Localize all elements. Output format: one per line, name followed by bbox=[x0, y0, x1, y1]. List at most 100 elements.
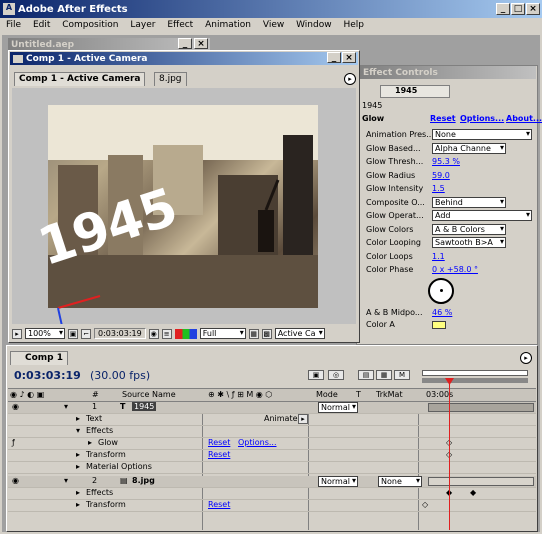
comp-viewer[interactable]: 1945 bbox=[12, 88, 356, 324]
current-time-indicator[interactable] bbox=[449, 382, 450, 530]
ab-midpoint-value[interactable]: 46 % bbox=[432, 308, 452, 317]
layer-2-mode[interactable]: Normal bbox=[318, 476, 358, 487]
effect-param-dropdown[interactable]: Alpha Channe bbox=[432, 142, 506, 154]
menu-animation[interactable]: Animation bbox=[205, 20, 251, 30]
transform-row-1[interactable]: ▸ Transform Reset ◇ bbox=[8, 450, 536, 462]
col-mode[interactable]: Mode bbox=[316, 390, 338, 399]
layer-2-name[interactable]: 8.jpg bbox=[132, 476, 155, 485]
effect-param-value[interactable]: 1.1 bbox=[432, 252, 445, 261]
layer-expand-icon[interactable]: ▾ bbox=[64, 402, 68, 411]
effect-controls-titlebar[interactable]: Effect Controls bbox=[360, 66, 536, 79]
zoom-dropdown[interactable]: 100% bbox=[25, 328, 65, 339]
mask-icon[interactable]: ⌐ bbox=[81, 328, 91, 339]
expand-icon[interactable]: ▸ bbox=[76, 462, 80, 471]
timeline-flyout-icon[interactable]: ▸ bbox=[520, 352, 532, 364]
transform-row-2[interactable]: ▸ Transform Reset ◇ bbox=[8, 500, 536, 512]
menu-composition[interactable]: Composition bbox=[62, 20, 118, 30]
effect-param-value[interactable]: 0 x +58.0 ° bbox=[432, 265, 478, 274]
comp-timecode[interactable]: 0:03:03:19 bbox=[94, 328, 146, 339]
glow-options-link[interactable]: Options... bbox=[238, 438, 277, 447]
tab-comp1[interactable]: Comp 1 - Active Camera bbox=[14, 72, 146, 86]
comp-window-titlebar[interactable]: Comp 1 - Active Camera _ × bbox=[10, 52, 358, 65]
expand-icon[interactable]: ▸ bbox=[76, 488, 80, 497]
effect-reset-link[interactable]: Reset bbox=[430, 114, 456, 123]
show-snapshot-icon[interactable]: ≡ bbox=[161, 328, 172, 339]
time-navigator[interactable] bbox=[422, 378, 528, 383]
comp-marker-icon[interactable]: ▣ bbox=[308, 370, 324, 380]
keyframe-icon[interactable]: ◇ bbox=[422, 500, 428, 509]
close-icon[interactable]: × bbox=[342, 52, 356, 63]
animate-menu-icon[interactable]: ▸ bbox=[298, 414, 308, 424]
col-source-name[interactable]: Source Name bbox=[122, 390, 176, 399]
effect-param-dropdown[interactable]: Behind bbox=[432, 196, 506, 208]
view-dropdown[interactable]: Active Ca bbox=[274, 328, 325, 339]
effect-param-dropdown[interactable]: None bbox=[432, 129, 532, 140]
layer-1-bar[interactable] bbox=[428, 403, 534, 412]
channel-icon[interactable] bbox=[174, 328, 197, 339]
motion-blur-icon[interactable]: ▦ bbox=[376, 370, 392, 380]
expand-icon[interactable]: ▸ bbox=[76, 414, 80, 423]
glow-effect-row[interactable]: ƒ ▸ Glow Reset Options... ◇ bbox=[8, 438, 536, 450]
menu-edit[interactable]: Edit bbox=[33, 20, 50, 30]
effect-param-value[interactable]: 95.3 % bbox=[432, 157, 460, 166]
close-icon[interactable]: × bbox=[526, 3, 540, 15]
effects-row-2[interactable]: ▸ Effects ◆ ◆ bbox=[8, 488, 536, 500]
effect-param-value[interactable]: 59.0 bbox=[432, 171, 450, 180]
menu-view[interactable]: View bbox=[263, 20, 284, 30]
text-group-row[interactable]: ▸ Text Animate: ▸ bbox=[8, 414, 536, 426]
menu-effect[interactable]: Effect bbox=[167, 20, 193, 30]
tab-8jpg[interactable]: 8.jpg bbox=[154, 72, 187, 86]
transparency-grid-icon[interactable]: ▩ bbox=[261, 328, 272, 339]
transform-reset-link-1[interactable]: Reset bbox=[208, 450, 230, 459]
layer-row-1[interactable]: ◉ ▾ 1 T 1945 Normal bbox=[8, 402, 536, 414]
minimize-icon[interactable]: _ bbox=[178, 38, 192, 49]
layer-expand-icon[interactable]: ▾ bbox=[64, 476, 68, 485]
layer-1-mode[interactable]: Normal bbox=[318, 402, 358, 413]
layer-2-bar[interactable] bbox=[428, 477, 534, 486]
layer-1-name[interactable]: 1945 bbox=[132, 402, 157, 411]
tab-timeline-comp1[interactable]: Comp 1 bbox=[10, 351, 69, 365]
transform-reset-link-2[interactable]: Reset bbox=[208, 500, 230, 509]
material-options-row[interactable]: ▸ Material Options bbox=[8, 462, 536, 474]
snapshot-icon[interactable]: ◉ bbox=[148, 328, 159, 339]
maximize-icon[interactable]: □ bbox=[511, 3, 525, 15]
resolution-dropdown[interactable]: Full bbox=[199, 328, 246, 339]
menu-window[interactable]: Window bbox=[296, 20, 332, 30]
expand-icon[interactable]: ▸ bbox=[76, 450, 80, 459]
zoom-slider[interactable] bbox=[422, 370, 528, 376]
col-trkmat[interactable]: TrkMat bbox=[376, 390, 403, 399]
menu-help[interactable]: Help bbox=[343, 20, 364, 30]
layer-row-2[interactable]: ◉ ▾ 2 ▤ 8.jpg Normal None bbox=[8, 476, 536, 488]
expand-icon[interactable]: ▸ bbox=[76, 500, 80, 509]
effect-param-dropdown[interactable]: A & B Colors bbox=[432, 223, 506, 235]
minimize-icon[interactable]: _ bbox=[327, 52, 341, 63]
color-phase-dial-icon[interactable] bbox=[428, 278, 454, 304]
fx-icon[interactable]: ƒ bbox=[12, 438, 15, 447]
close-icon[interactable]: × bbox=[194, 38, 208, 49]
menu-file[interactable]: File bbox=[6, 20, 21, 30]
effect-param-dropdown[interactable]: Add bbox=[432, 210, 532, 221]
menu-layer[interactable]: Layer bbox=[130, 20, 155, 30]
effect-param-value[interactable]: 1.5 bbox=[432, 184, 445, 193]
glow-reset-link[interactable]: Reset bbox=[208, 438, 230, 447]
comp-flyout-icon[interactable]: ▸ bbox=[344, 73, 356, 85]
keyframe-icon[interactable]: ◆ bbox=[470, 488, 476, 497]
eye-icon[interactable]: ◉ bbox=[12, 476, 19, 485]
keyframe-nav-icon[interactable]: ◎ bbox=[328, 370, 344, 380]
timeline-timecode[interactable]: 0:03:03:19 bbox=[14, 369, 81, 382]
monitor-icon[interactable]: ▸ bbox=[12, 328, 22, 339]
effect-controls-layer-tab[interactable]: 1945 bbox=[380, 85, 450, 98]
effect-about-link[interactable]: About... bbox=[506, 114, 542, 123]
layer-2-trkmat[interactable]: None bbox=[378, 476, 422, 487]
color-a-swatch[interactable] bbox=[432, 320, 446, 329]
roi-icon[interactable]: ▦ bbox=[248, 328, 259, 339]
animate-label[interactable]: Animate: bbox=[264, 414, 300, 423]
minimize-icon[interactable]: _ bbox=[496, 3, 510, 15]
graph-icon[interactable]: M bbox=[394, 370, 410, 380]
safe-zones-icon[interactable]: ▣ bbox=[68, 328, 78, 339]
effect-options-link[interactable]: Options... bbox=[460, 114, 504, 123]
effects-group-row[interactable]: ▾ Effects bbox=[8, 426, 536, 438]
expand-icon[interactable]: ▸ bbox=[88, 438, 92, 447]
expand-icon[interactable]: ▾ bbox=[76, 426, 80, 435]
effect-param-dropdown[interactable]: Sawtooth B>A bbox=[432, 237, 506, 248]
